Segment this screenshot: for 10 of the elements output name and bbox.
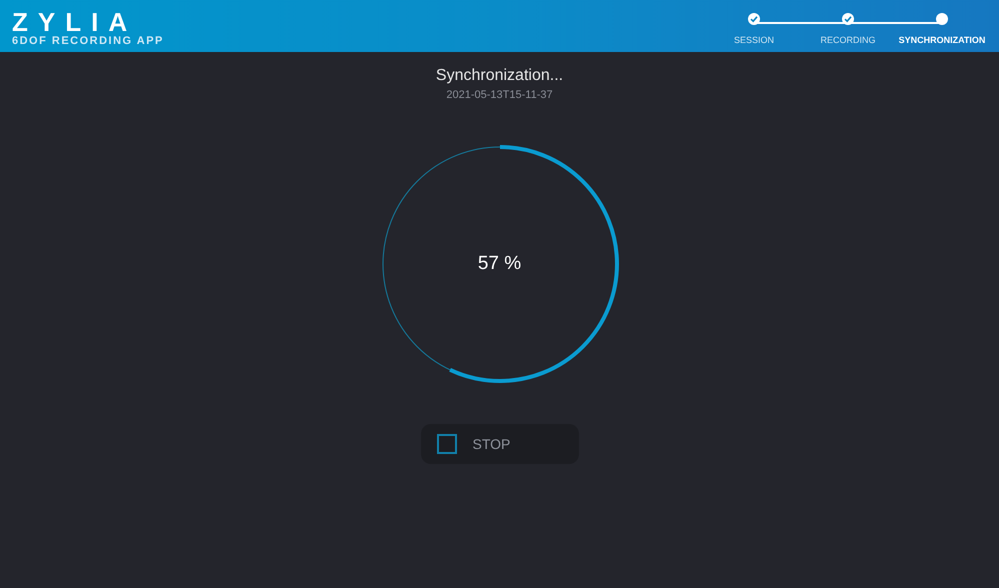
stop-button[interactable]: STOP — [420, 424, 578, 464]
timestamp: 2021-05-13T15-11-37 — [446, 88, 553, 102]
status-title: Synchronization... — [436, 66, 564, 86]
step-tab[interactable]: SESSION — [734, 34, 774, 46]
step-tab[interactable]: RECORDING — [820, 34, 876, 46]
stop-icon — [436, 434, 456, 454]
step-tab[interactable]: SYNCHRONIZATION — [898, 34, 986, 46]
logo: ZYLIA — [12, 8, 138, 34]
app-subtitle: 6DOF RECORDING APP — [12, 34, 164, 48]
progress-reading: 57 % — [478, 252, 522, 276]
